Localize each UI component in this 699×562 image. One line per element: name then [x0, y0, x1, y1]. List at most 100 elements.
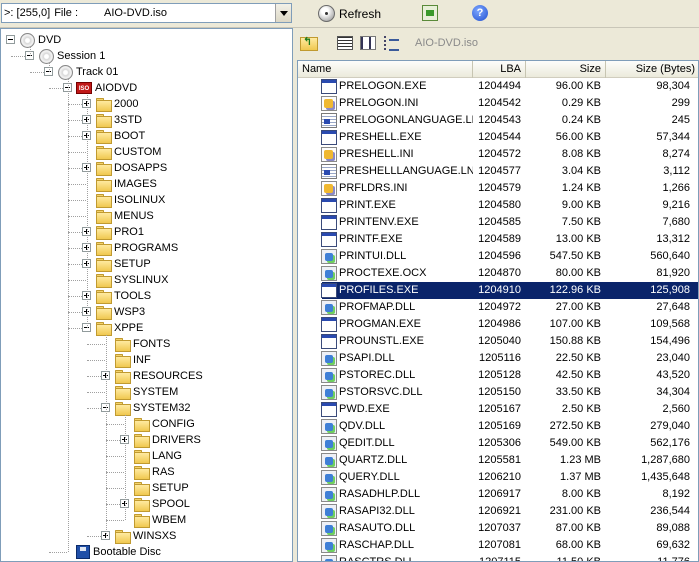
table-row[interactable]: PRESHELL.EXE 1204544 56.00 KB 57,344 — [298, 129, 698, 146]
tree-node[interactable]: LANG — [133, 448, 182, 464]
tree-node[interactable]: WINSXS — [114, 528, 176, 544]
tree-node[interactable]: RESOURCES — [114, 368, 203, 384]
cell-size-bytes: 7,680 — [662, 216, 690, 228]
tree-node[interactable]: DOSAPPS — [95, 160, 167, 176]
tree-node[interactable]: INF — [114, 352, 151, 368]
table-row[interactable]: PRFLDRS.INI 1204579 1.24 KB 1,266 — [298, 180, 698, 197]
floppy-icon — [76, 545, 90, 559]
table-row[interactable]: PRESHELL.INI 1204572 8.08 KB 8,274 — [298, 146, 698, 163]
tree-node-label: WSP3 — [114, 306, 146, 318]
table-row[interactable]: PSTORSVC.DLL 1205150 33.50 KB 34,304 — [298, 384, 698, 401]
tree-node[interactable]: SETUP — [133, 480, 189, 496]
refresh-button[interactable]: Refresh — [318, 3, 381, 24]
tree-node[interactable]: RAS — [133, 464, 175, 480]
up-folder-icon[interactable] — [299, 35, 318, 51]
column-header-size-bytes[interactable]: Size (Bytes) — [606, 61, 698, 78]
tree-node[interactable]: 2000 — [95, 96, 138, 112]
table-row[interactable]: PRINTF.EXE 1204589 13.00 KB 13,312 — [298, 231, 698, 248]
tree-node[interactable]: CUSTOM — [95, 144, 161, 160]
tree-node[interactable]: TOOLS — [95, 288, 151, 304]
folder-icon — [95, 305, 112, 320]
list-view-icon[interactable] — [360, 36, 376, 50]
table-row[interactable]: PRELOGON.INI 1204542 0.29 KB 299 — [298, 95, 698, 112]
table-row[interactable]: PSTOREC.DLL 1205128 42.50 KB 43,520 — [298, 367, 698, 384]
tree-node[interactable]: PRO1 — [95, 224, 144, 240]
tree-node[interactable]: DRIVERS — [133, 432, 201, 448]
file-list[interactable]: Name LBA Size Size (Bytes) PRELOGON.EXE 1… — [297, 60, 699, 562]
tree-node[interactable]: SYSTEM32 — [114, 400, 190, 416]
cell-name: PRINT.EXE — [339, 199, 396, 211]
tree-node[interactable]: PROGRAMS — [95, 240, 178, 256]
cell-lba: 1204494 — [478, 80, 521, 92]
table-row[interactable]: RASAPI32.DLL 1206921 231.00 KB 236,544 — [298, 503, 698, 520]
cell-lba: 1206921 — [478, 505, 521, 517]
table-row[interactable]: PRINTUI.DLL 1204596 547.50 KB 560,640 — [298, 248, 698, 265]
table-row[interactable]: PROFMAP.DLL 1204972 27.00 KB 27,648 — [298, 299, 698, 316]
tree-node[interactable]: 3STD — [95, 112, 142, 128]
table-row[interactable]: QUARTZ.DLL 1205581 1.23 MB 1,287,680 — [298, 452, 698, 469]
file-path-combo[interactable]: >: [255,0] File : AIO-DVD.iso — [1, 3, 292, 23]
tree-node[interactable]: SYSTEM — [114, 384, 178, 400]
dll-file-icon — [321, 436, 337, 451]
table-row[interactable]: PWD.EXE 1205167 2.50 KB 2,560 — [298, 401, 698, 418]
cell-size: 33.50 KB — [555, 386, 601, 398]
cell-lba: 1205116 — [478, 352, 521, 364]
table-row[interactable]: QDV.DLL 1205169 272.50 KB 279,040 — [298, 418, 698, 435]
table-row[interactable]: RASCHAP.DLL 1207081 68.00 KB 69,632 — [298, 537, 698, 554]
tree-node[interactable]: ISO AIODVD — [76, 80, 137, 96]
tree-node[interactable]: MENUS — [95, 208, 154, 224]
table-row[interactable]: PRELOGONLANGUAGE.LNG 1204543 0.24 KB 245 — [298, 112, 698, 129]
tree-node[interactable]: CONFIG — [133, 416, 195, 432]
table-row[interactable]: PRESHELLLANGUAGE.LNG 1204577 3.04 KB 3,112 — [298, 163, 698, 180]
ini-file-icon — [321, 181, 337, 196]
tree-node[interactable]: Bootable Disc — [76, 544, 161, 560]
table-row[interactable]: PRINT.EXE 1204580 9.00 KB 9,216 — [298, 197, 698, 214]
tree-node[interactable]: WBEM — [133, 512, 186, 528]
table-row[interactable]: PROCTEXE.OCX 1204870 80.00 KB 81,920 — [298, 265, 698, 282]
tree-node[interactable]: XPPE — [95, 320, 143, 336]
cell-lba: 1204585 — [478, 216, 521, 228]
tree-node[interactable]: SETUP — [95, 256, 151, 272]
chevron-down-icon[interactable] — [275, 4, 291, 22]
help-icon[interactable]: ? — [472, 5, 488, 21]
folder-tree[interactable]: DVD Session 1 Track 01 ISO AIODVD 2000 3STD BOO… — [0, 28, 293, 562]
table-row[interactable]: PRINTENV.EXE 1204585 7.50 KB 7,680 — [298, 214, 698, 231]
table-row[interactable]: QEDIT.DLL 1205306 549.00 KB 562,176 — [298, 435, 698, 452]
cell-size-bytes: 34,304 — [656, 386, 690, 398]
table-row[interactable]: RASCTRS.DLL 1207115 11.50 KB 11,776 — [298, 554, 698, 561]
column-header-lba[interactable]: LBA — [473, 61, 526, 78]
tree-node-label: DRIVERS — [152, 434, 201, 446]
cell-name: PROCTEXE.OCX — [339, 267, 427, 279]
lng-file-icon — [321, 164, 337, 179]
details-view-icon[interactable] — [337, 36, 353, 50]
tree-node[interactable]: SPOOL — [133, 496, 190, 512]
tree-node[interactable]: IMAGES — [95, 176, 157, 192]
tree-node[interactable]: DVD — [19, 32, 61, 48]
dll-file-icon — [321, 470, 337, 485]
column-header-size[interactable]: Size — [526, 61, 606, 78]
table-row[interactable]: PSAPI.DLL 1205116 22.50 KB 23,040 — [298, 350, 698, 367]
collapse-minus-icon[interactable] — [6, 35, 15, 44]
table-row[interactable]: PROUNSTL.EXE 1205040 150.88 KB 154,496 — [298, 333, 698, 350]
cell-lba: 1204972 — [478, 301, 521, 313]
table-row[interactable]: RASAUTO.DLL 1207037 87.00 KB 89,088 — [298, 520, 698, 537]
cell-lba: 1205169 — [478, 420, 521, 432]
table-row[interactable]: PROGMAN.EXE 1204986 107.00 KB 109,568 — [298, 316, 698, 333]
cell-size: 8.08 KB — [561, 148, 601, 160]
table-row[interactable]: RASADHLP.DLL 1206917 8.00 KB 8,192 — [298, 486, 698, 503]
column-header-name[interactable]: Name — [298, 61, 473, 78]
folder-icon — [95, 241, 112, 256]
exe-file-icon — [321, 130, 337, 145]
tree-node[interactable]: BOOT — [95, 128, 145, 144]
table-row[interactable]: QUERY.DLL 1206210 1.37 MB 1,435,648 — [298, 469, 698, 486]
tree-node[interactable]: WSP3 — [95, 304, 145, 320]
table-row[interactable]: PRELOGON.EXE 1204494 96.00 KB 98,304 — [298, 78, 698, 95]
table-row[interactable]: PROFILES.EXE 1204910 122.96 KB 125,908 — [298, 282, 698, 299]
tree-node[interactable]: Session 1 — [38, 48, 105, 64]
tree-view-icon[interactable] — [384, 36, 400, 51]
tree-node[interactable]: ISOLINUX — [95, 192, 165, 208]
tree-node[interactable]: Track 01 — [57, 64, 118, 80]
tree-node[interactable]: SYSLINUX — [95, 272, 168, 288]
tree-node[interactable]: FONTS — [114, 336, 170, 352]
extract-icon[interactable] — [422, 5, 438, 21]
